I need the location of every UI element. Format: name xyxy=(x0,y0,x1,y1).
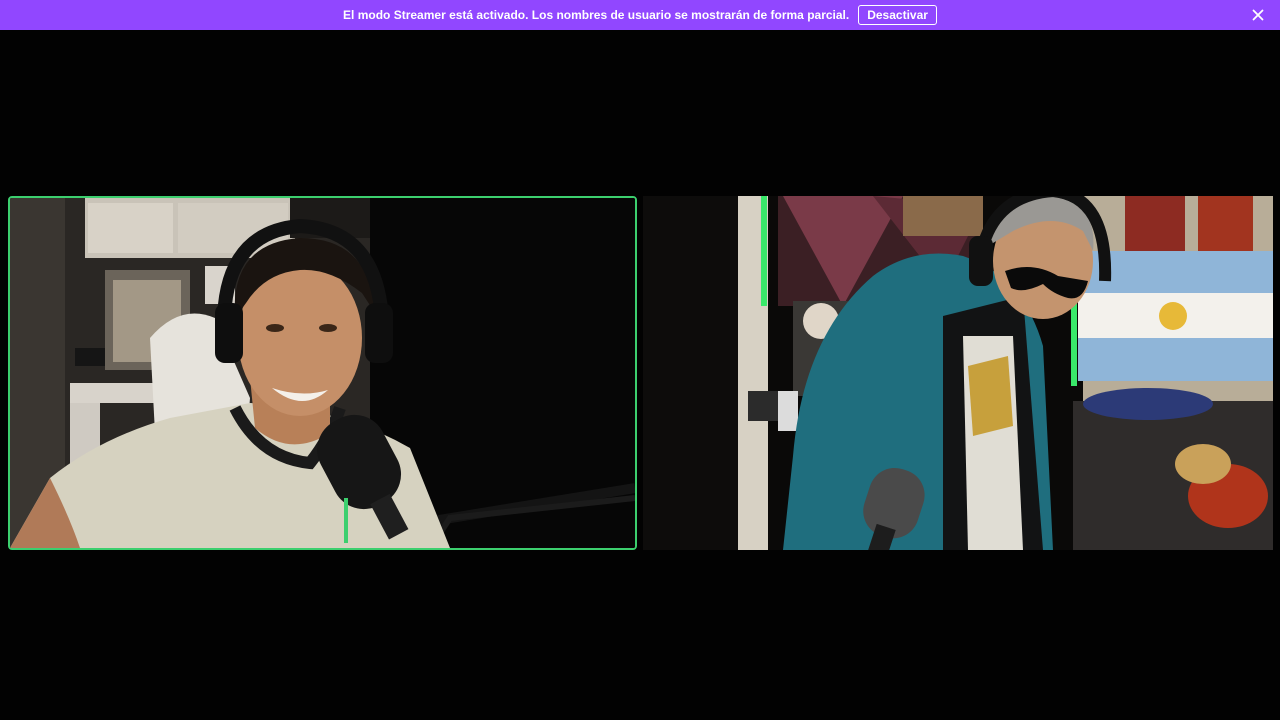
participant-video-right xyxy=(643,196,1273,550)
video-tile-right[interactable] xyxy=(643,196,1273,550)
app-root: El modo Streamer está activado. Los nomb… xyxy=(0,0,1280,720)
banner-message: El modo Streamer está activado. Los nomb… xyxy=(343,8,850,22)
participant-video-left xyxy=(10,198,635,548)
close-icon[interactable] xyxy=(1250,7,1266,23)
streamer-mode-banner: El modo Streamer está activado. Los nomb… xyxy=(0,0,1280,30)
video-tile-left[interactable] xyxy=(8,196,637,550)
deactivate-button[interactable]: Desactivar xyxy=(858,5,937,25)
